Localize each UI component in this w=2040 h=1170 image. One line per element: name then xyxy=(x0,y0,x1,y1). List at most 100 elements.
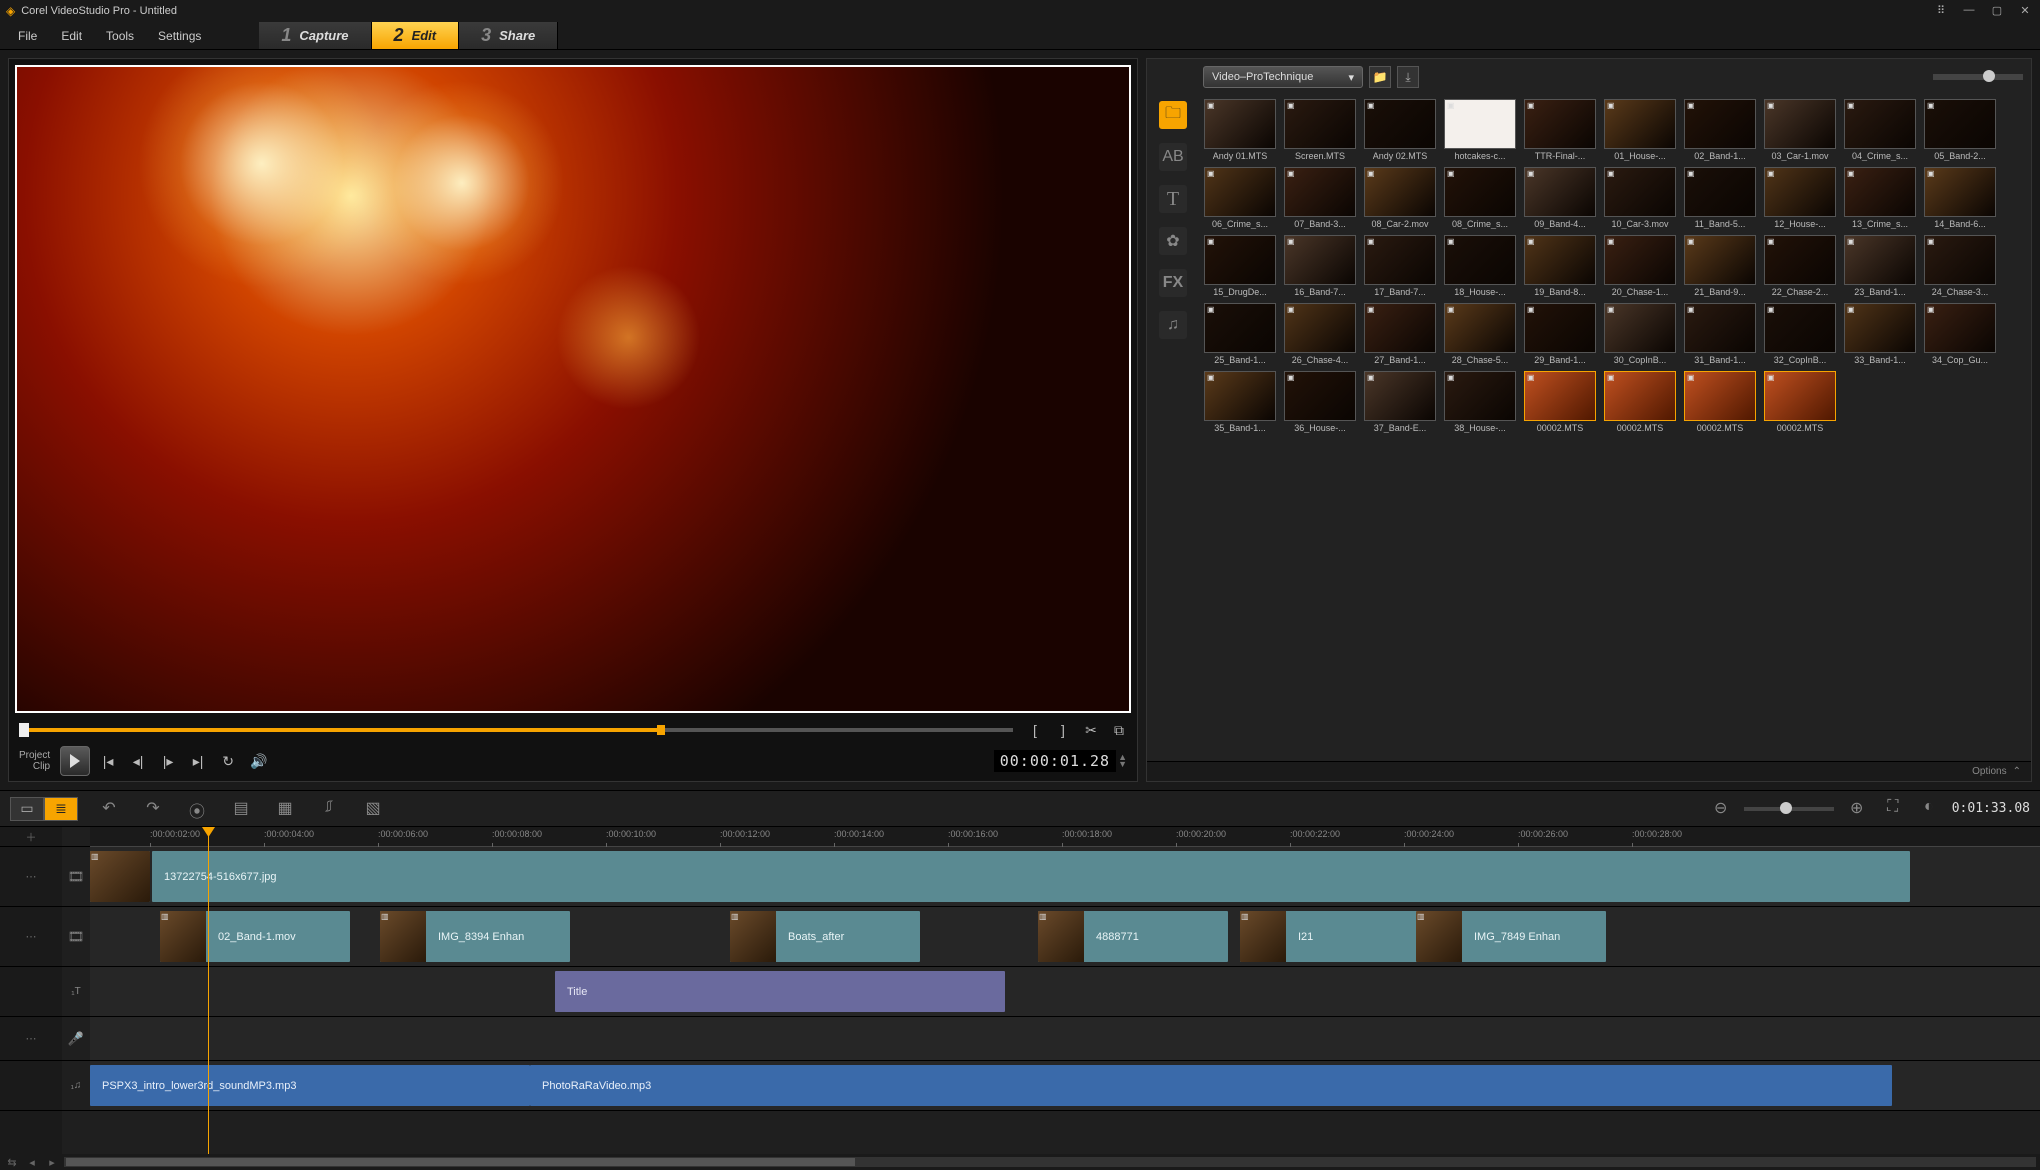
zoom-out-icon[interactable]: ⊖ xyxy=(1708,798,1734,820)
library-thumb[interactable]: 21_Band-9... xyxy=(1683,235,1757,297)
maximize-button[interactable]: ▢ xyxy=(1988,4,2006,18)
repeat-icon[interactable]: ↻ xyxy=(220,753,236,769)
video-track-icon[interactable]: 🎞 xyxy=(66,867,86,887)
scroll-left-icon[interactable]: ◂ xyxy=(24,1154,40,1170)
window-options-icon[interactable]: ⠿ xyxy=(1932,4,1950,18)
library-thumb[interactable]: 31_Band-1... xyxy=(1683,303,1757,365)
prev-frame-icon[interactable]: ◂| xyxy=(130,753,146,769)
library-thumb[interactable]: 10_Car-3.mov xyxy=(1603,167,1677,229)
overlay-clip[interactable]: 4888771 xyxy=(1038,911,1228,962)
menu-item-tools[interactable]: Tools xyxy=(96,25,144,47)
library-thumb[interactable]: 15_DrugDe... xyxy=(1203,235,1277,297)
library-thumb[interactable]: 08_Car-2.mov xyxy=(1363,167,1437,229)
overlay-track[interactable]: 02_Band-1.movIMG_8394 EnhanBoats_after48… xyxy=(90,907,2040,967)
redo-button[interactable]: ↷ xyxy=(140,798,166,820)
library-thumb[interactable]: 05_Band-2... xyxy=(1923,99,1997,161)
library-thumb[interactable]: 11_Band-5... xyxy=(1683,167,1757,229)
library-thumb[interactable]: 04_Crime_s... xyxy=(1843,99,1917,161)
video-track[interactable]: 13722754-516x677.jpg xyxy=(90,847,2040,907)
title-clip[interactable]: Title xyxy=(555,971,1005,1012)
library-thumb[interactable]: 30_CopInB... xyxy=(1603,303,1677,365)
add-folder-button[interactable]: 📁 xyxy=(1369,66,1391,88)
mark-out-icon[interactable]: ] xyxy=(1055,722,1071,738)
library-thumb[interactable]: 22_Chase-2... xyxy=(1763,235,1837,297)
menu-item-settings[interactable]: Settings xyxy=(148,25,211,47)
library-thumb[interactable]: 17_Band-7... xyxy=(1363,235,1437,297)
library-thumb[interactable]: 00002.MTS xyxy=(1763,371,1837,433)
library-thumb[interactable]: 06_Crime_s... xyxy=(1203,167,1277,229)
library-thumb[interactable]: 01_House-... xyxy=(1603,99,1677,161)
library-thumb[interactable]: 00002.MTS xyxy=(1603,371,1677,433)
library-thumb[interactable]: 09_Band-4... xyxy=(1523,167,1597,229)
timeline-playhead[interactable] xyxy=(208,827,209,1154)
library-thumb[interactable]: 27_Band-1... xyxy=(1363,303,1437,365)
sound-mixer-button[interactable]: ⎎ xyxy=(316,798,342,820)
minimize-button[interactable]: — xyxy=(1960,4,1978,18)
zoom-in-icon[interactable]: ⊕ xyxy=(1844,798,1870,820)
library-thumb[interactable]: 29_Band-1... xyxy=(1523,303,1597,365)
library-thumb[interactable]: hotcakes-c... xyxy=(1443,99,1517,161)
scroll-right-icon[interactable]: ▸ xyxy=(44,1154,60,1170)
options-panel-toggle[interactable]: Options xyxy=(1972,766,2006,777)
library-thumb[interactable]: 25_Band-1... xyxy=(1203,303,1277,365)
overlay-clip[interactable]: IMG_8394 Enhan xyxy=(380,911,570,962)
music-clip[interactable]: PhotoRaRaVideo.mp3 xyxy=(530,1065,1892,1106)
scroll-toggle-icon[interactable]: ⇆ xyxy=(4,1154,20,1170)
library-thumb[interactable]: 16_Band-7... xyxy=(1283,235,1357,297)
library-gallery-dropdown[interactable]: Video–ProTechnique ▾ xyxy=(1203,66,1363,88)
overlay-clip[interactable]: I21 xyxy=(1240,911,1430,962)
library-thumb[interactable]: TTR-Final-... xyxy=(1523,99,1597,161)
title-track-icon[interactable]: ₁T xyxy=(66,982,86,1002)
library-thumb[interactable]: 38_House-... xyxy=(1443,371,1517,433)
close-button[interactable]: ✕ xyxy=(2016,4,2034,18)
mark-in-icon[interactable]: [ xyxy=(1027,722,1043,738)
library-thumb[interactable]: 36_House-... xyxy=(1283,371,1357,433)
music-clip[interactable]: PSPX3_intro_lower3rd_soundMP3.mp3 xyxy=(90,1065,530,1106)
graphic-tab[interactable]: ✿ xyxy=(1159,227,1187,255)
fit-project-icon[interactable]: ⛶ xyxy=(1880,798,1906,820)
library-thumb[interactable]: 08_Crime_s... xyxy=(1443,167,1517,229)
filter-fx-tab[interactable]: FX xyxy=(1159,269,1187,297)
library-thumb[interactable]: 07_Band-3... xyxy=(1283,167,1357,229)
playback-mode-labels[interactable]: Project Clip xyxy=(19,750,50,772)
library-thumb[interactable]: Andy 01.MTS xyxy=(1203,99,1277,161)
library-thumb[interactable]: 37_Band-E... xyxy=(1363,371,1437,433)
library-thumb[interactable]: 33_Band-1... xyxy=(1843,303,1917,365)
instant-project-tab[interactable]: AB xyxy=(1159,143,1187,171)
media-tab[interactable]: 🗀 xyxy=(1159,101,1187,129)
go-start-icon[interactable]: |◂ xyxy=(100,753,116,769)
library-thumb[interactable]: 26_Chase-4... xyxy=(1283,303,1357,365)
title-track[interactable]: Title xyxy=(90,967,2040,1017)
library-thumb[interactable]: 00002.MTS xyxy=(1523,371,1597,433)
library-thumb[interactable]: 12_House-... xyxy=(1763,167,1837,229)
storyboard-view-button[interactable]: ▭ xyxy=(10,797,44,821)
record-capture-button[interactable]: ⦿ xyxy=(184,798,210,820)
workflow-tab-share[interactable]: 3Share xyxy=(459,22,558,49)
library-thumb[interactable]: 02_Band-1... xyxy=(1683,99,1757,161)
timeline-view-button[interactable]: ≣ xyxy=(44,797,78,821)
library-thumb[interactable]: 14_Band-6... xyxy=(1923,167,1997,229)
library-thumb[interactable]: 20_Chase-1... xyxy=(1603,235,1677,297)
batch-convert-button[interactable]: ▤ xyxy=(228,798,254,820)
timeline-zoom-slider[interactable] xyxy=(1744,807,1834,811)
volume-icon[interactable]: 🔊 xyxy=(250,753,266,769)
go-end-icon[interactable]: ▸| xyxy=(190,753,206,769)
voice-track-icon[interactable]: 🎤 xyxy=(66,1029,86,1049)
timeline-ruler[interactable]: :00:00:02:00:00:00:04:00:00:00:06:00:00:… xyxy=(90,827,2040,847)
thumbnail-size-slider[interactable] xyxy=(1933,74,2023,80)
add-marker-icon[interactable]: ＋ xyxy=(23,829,39,845)
video-clip[interactable]: 13722754-516x677.jpg xyxy=(152,851,1910,902)
library-thumb[interactable]: 28_Chase-5... xyxy=(1443,303,1517,365)
menu-item-edit[interactable]: Edit xyxy=(51,25,92,47)
library-thumb[interactable]: 03_Car-1.mov xyxy=(1763,99,1837,161)
music-track-icon[interactable]: ₁♫ xyxy=(66,1076,86,1096)
library-thumb[interactable]: 35_Band-1... xyxy=(1203,371,1277,433)
timecode-stepper[interactable]: ▲▼ xyxy=(1118,754,1127,768)
library-thumb[interactable]: Screen.MTS xyxy=(1283,99,1357,161)
preview-timecode[interactable]: 00:00:01.28 xyxy=(994,750,1116,772)
track-options-icon[interactable]: ⋯ xyxy=(23,869,39,885)
enlarge-icon[interactable]: ⧉ xyxy=(1111,722,1127,738)
library-thumb[interactable]: 32_CopInB... xyxy=(1763,303,1837,365)
overlay-clip[interactable]: Boats_after xyxy=(730,911,920,962)
options-expand-icon[interactable]: ⌃ xyxy=(2013,766,2021,777)
